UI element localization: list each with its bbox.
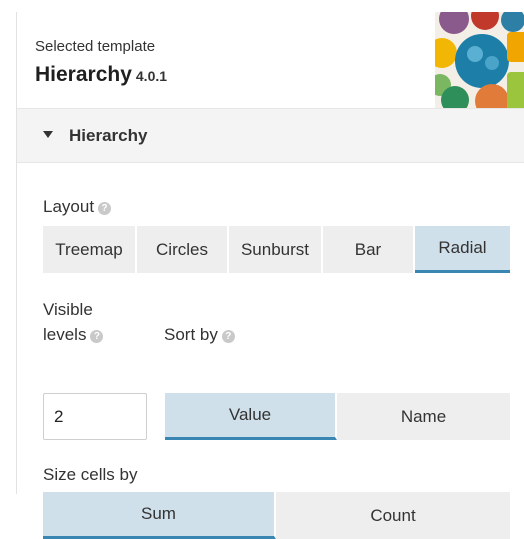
template-panel: Selected template Hierarchy 4.0.1 Hierarc… bbox=[16, 12, 524, 539]
thumbnail-circle bbox=[485, 56, 499, 70]
layout-option-circles[interactable]: Circles bbox=[137, 226, 229, 273]
thumbnail-circle bbox=[455, 34, 509, 88]
thumbnail-circle bbox=[507, 72, 524, 108]
layout-option-treemap[interactable]: Treemap bbox=[43, 226, 137, 273]
thumbnail-circle bbox=[467, 46, 483, 62]
sort-by-selector: Value Name bbox=[165, 393, 510, 440]
visible-levels-label-row: levels? bbox=[43, 325, 104, 345]
hierarchy-section-body: Layout? Treemap Circles Sunburst Bar Rad… bbox=[17, 162, 524, 539]
template-version: 4.0.1 bbox=[135, 68, 168, 84]
layout-option-sunburst[interactable]: Sunburst bbox=[229, 226, 323, 273]
sort-by-label: Sort by bbox=[164, 325, 218, 344]
hierarchy-section-header[interactable]: Hierarchy bbox=[17, 109, 524, 161]
caret-down-icon[interactable] bbox=[43, 131, 53, 138]
size-option-sum[interactable]: Sum bbox=[43, 492, 276, 539]
sort-by-label-row: Sort by? bbox=[164, 325, 235, 345]
help-icon[interactable]: ? bbox=[221, 330, 235, 343]
sort-option-name[interactable]: Name bbox=[337, 393, 510, 440]
size-cells-by-label: Size cells by bbox=[43, 465, 138, 484]
template-header[interactable]: Selected template Hierarchy 4.0.1 bbox=[17, 12, 524, 109]
visible-levels-label-line1: Visible bbox=[43, 300, 93, 319]
layout-selector: Treemap Circles Sunburst Bar Radial bbox=[43, 226, 510, 273]
layout-label-row: Layout? bbox=[43, 197, 112, 217]
help-icon[interactable]: ? bbox=[98, 202, 112, 215]
template-name: Hierarchy bbox=[35, 63, 132, 86]
selected-template-label: Selected template bbox=[35, 38, 156, 55]
help-icon[interactable]: ? bbox=[90, 330, 104, 343]
layout-option-bar[interactable]: Bar bbox=[323, 226, 415, 273]
visible-levels-label: levels bbox=[43, 325, 87, 344]
thumbnail-circle bbox=[501, 12, 524, 32]
section-title: Hierarchy bbox=[69, 126, 148, 145]
template-thumbnail bbox=[435, 12, 524, 108]
layout-option-radial[interactable]: Radial bbox=[415, 226, 510, 273]
thumbnail-circle bbox=[507, 32, 524, 62]
size-cells-by-selector: Sum Count bbox=[43, 492, 510, 539]
sort-option-value[interactable]: Value bbox=[165, 393, 337, 440]
thumbnail-circle bbox=[441, 86, 469, 108]
size-option-count[interactable]: Count bbox=[276, 492, 510, 539]
top-strip bbox=[0, 0, 524, 12]
hierarchy-section: Hierarchy Layout? Treemap Circles Sunbur… bbox=[17, 109, 524, 539]
template-title-row: Hierarchy 4.0.1 bbox=[35, 63, 167, 87]
visible-levels-input[interactable] bbox=[43, 393, 147, 440]
layout-label: Layout bbox=[43, 197, 95, 216]
